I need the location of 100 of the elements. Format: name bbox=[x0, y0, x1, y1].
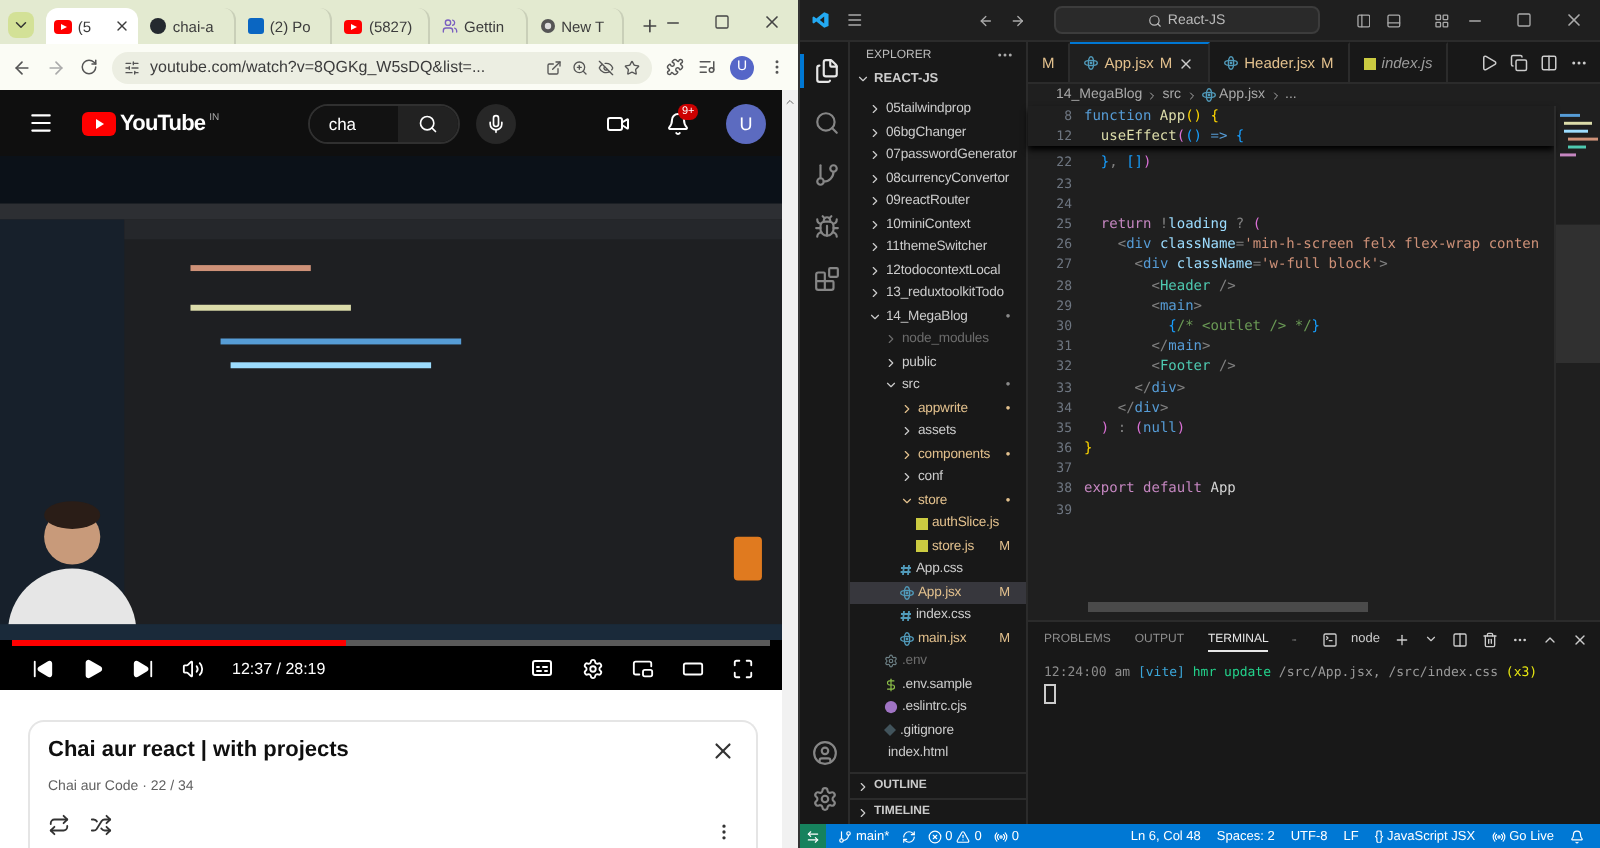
js-file-icon bbox=[1363, 57, 1376, 69]
terminal-cursor bbox=[1044, 684, 1056, 704]
close-icon[interactable] bbox=[114, 18, 131, 34]
trash-icon[interactable] bbox=[1482, 631, 1498, 647]
atom-icon bbox=[1201, 88, 1216, 102]
scrollbar-thumb[interactable] bbox=[1088, 602, 1368, 612]
close-icon[interactable] bbox=[1572, 631, 1588, 647]
search-icon bbox=[1147, 13, 1162, 27]
miniplayer-icon[interactable] bbox=[632, 657, 654, 679]
atom-icon bbox=[1224, 56, 1239, 70]
error-icon bbox=[927, 829, 942, 843]
video-time: 12:37 / 28:19 bbox=[232, 659, 326, 677]
chevron-down-icon bbox=[868, 309, 882, 324]
bell-icon[interactable] bbox=[666, 111, 690, 135]
shuffle-icon[interactable] bbox=[90, 814, 112, 837]
dollar-icon bbox=[884, 677, 898, 692]
microphone-icon bbox=[486, 113, 507, 133]
volume-icon[interactable] bbox=[182, 657, 204, 679]
chevron-right-icon bbox=[1185, 89, 1198, 101]
chevron-right-icon bbox=[1146, 89, 1159, 101]
terminal-icon bbox=[1321, 631, 1338, 647]
sync-icon[interactable] bbox=[901, 829, 916, 843]
maximize-icon[interactable] bbox=[714, 14, 730, 30]
hash-icon bbox=[900, 609, 912, 622]
chevron-down-icon bbox=[900, 493, 914, 508]
fullscreen-icon[interactable] bbox=[732, 657, 754, 679]
video-play-icon bbox=[53, 19, 72, 33]
playlist-title: Chai aur react | with projects bbox=[48, 738, 351, 766]
previous-icon[interactable] bbox=[32, 657, 54, 679]
eye-off-icon[interactable] bbox=[598, 59, 614, 75]
branch-icon[interactable] bbox=[813, 162, 839, 188]
search-icon[interactable] bbox=[418, 113, 439, 133]
atom-icon bbox=[1084, 56, 1099, 70]
square-logo-icon bbox=[247, 18, 264, 34]
ring-logo-icon bbox=[539, 18, 556, 34]
bug-icon[interactable] bbox=[813, 214, 839, 240]
zoom-icon[interactable] bbox=[572, 59, 588, 75]
sidebar-toggle-icon[interactable] bbox=[1355, 11, 1371, 29]
close-icon[interactable] bbox=[1178, 55, 1195, 71]
run-icon[interactable] bbox=[1480, 53, 1498, 71]
close-icon[interactable] bbox=[762, 12, 782, 32]
account-avatar[interactable]: U bbox=[726, 103, 766, 143]
branch-icon bbox=[838, 829, 852, 843]
gear-icon bbox=[884, 654, 898, 669]
video-camera-icon[interactable] bbox=[606, 111, 630, 135]
remote-icon bbox=[806, 829, 820, 843]
address-bar[interactable]: youtube.com/watch?v=8QGKg_W5sDQ&list=... bbox=[112, 51, 652, 83]
captions-icon[interactable] bbox=[530, 656, 554, 680]
people-icon bbox=[442, 18, 459, 34]
chevron-down-icon bbox=[884, 378, 898, 393]
progress-track[interactable] bbox=[12, 640, 770, 646]
search-field[interactable]: cha bbox=[308, 103, 461, 143]
remote-button[interactable] bbox=[800, 824, 826, 848]
tab-search-button[interactable] bbox=[8, 12, 34, 38]
open-external-icon[interactable] bbox=[546, 59, 562, 75]
compare-icon[interactable] bbox=[1510, 53, 1528, 71]
circle-logo-icon bbox=[150, 18, 167, 34]
atom-icon bbox=[900, 585, 914, 600]
split-terminal-icon[interactable] bbox=[1452, 631, 1468, 647]
voice-search-button[interactable] bbox=[476, 103, 517, 143]
next-icon[interactable] bbox=[132, 657, 154, 679]
ports-icon bbox=[993, 829, 1008, 843]
video-play-icon bbox=[344, 19, 363, 33]
theater-icon[interactable] bbox=[682, 657, 704, 679]
bookmark-star-icon[interactable] bbox=[624, 59, 640, 75]
back-icon[interactable] bbox=[978, 11, 995, 29]
play-logo-icon bbox=[82, 111, 116, 135]
reload-icon[interactable] bbox=[80, 58, 98, 76]
caret-icon bbox=[11, 16, 30, 34]
maximize-icon[interactable] bbox=[1516, 12, 1533, 28]
atom-icon bbox=[900, 631, 914, 646]
url-text: youtube.com/watch?v=8QGKg_W5sDQ&list=... bbox=[150, 58, 486, 76]
loop-icon[interactable] bbox=[48, 814, 70, 837]
close-icon[interactable] bbox=[710, 738, 736, 764]
media-icon[interactable] bbox=[698, 58, 716, 76]
files-icon[interactable] bbox=[813, 58, 839, 84]
code-logo-icon bbox=[812, 10, 830, 30]
new-tab-icon[interactable] bbox=[640, 16, 660, 36]
account-icon[interactable] bbox=[811, 740, 837, 766]
layout-icon[interactable] bbox=[1434, 11, 1451, 29]
caret-icon[interactable] bbox=[1424, 632, 1438, 646]
scrollbar[interactable] bbox=[782, 90, 798, 848]
play-icon[interactable] bbox=[82, 657, 104, 679]
eslint-icon bbox=[884, 700, 898, 715]
hash-icon bbox=[900, 563, 912, 576]
close-icon[interactable] bbox=[1564, 10, 1585, 30]
back-icon[interactable] bbox=[12, 57, 32, 77]
split-editor-icon[interactable] bbox=[1540, 53, 1558, 71]
menu-icon[interactable] bbox=[28, 110, 54, 136]
chevron-down-icon bbox=[856, 72, 870, 86]
new-terminal-icon[interactable] bbox=[1394, 631, 1410, 647]
chevron-right-icon bbox=[1269, 89, 1282, 101]
extensions-icon[interactable] bbox=[666, 58, 684, 76]
site-settings-icon[interactable] bbox=[124, 59, 140, 75]
blocks-icon[interactable] bbox=[813, 266, 839, 292]
warning-icon bbox=[956, 829, 971, 843]
panel-toggle-icon[interactable] bbox=[1386, 11, 1403, 29]
diamond-icon bbox=[884, 724, 896, 737]
broadcast-icon bbox=[1491, 829, 1506, 843]
forward-icon[interactable] bbox=[1010, 11, 1027, 29]
